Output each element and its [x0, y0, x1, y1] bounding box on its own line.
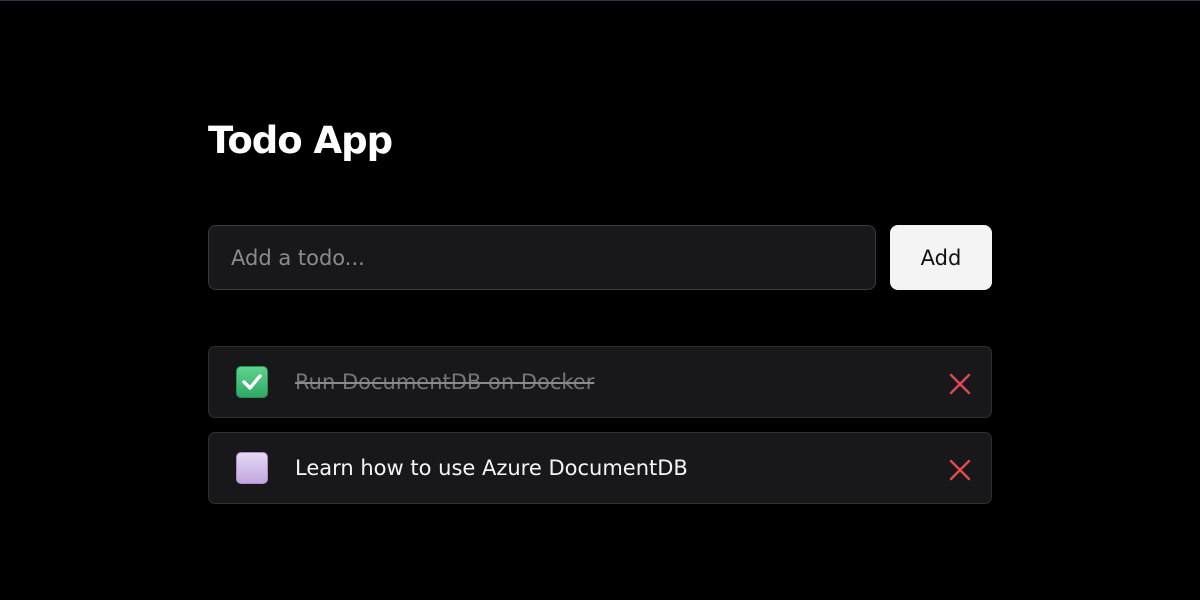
delete-todo-button[interactable] — [947, 371, 973, 397]
todo-item: Run DocumentDB on Docker — [208, 346, 992, 418]
add-button[interactable]: Add — [890, 225, 992, 290]
todo-text: Run DocumentDB on Docker — [295, 370, 595, 394]
todo-checkbox-checked[interactable] — [236, 366, 268, 398]
close-icon — [949, 373, 971, 395]
add-todo-form: Add — [208, 225, 992, 290]
todo-list: Run DocumentDB on Docker Learn how to us… — [208, 346, 992, 518]
todo-checkbox-unchecked[interactable] — [236, 452, 268, 484]
check-icon — [242, 374, 262, 390]
window-top-border — [0, 0, 1200, 1]
delete-todo-button[interactable] — [947, 457, 973, 483]
close-icon — [949, 459, 971, 481]
page-title: Todo App — [208, 119, 393, 162]
todo-text: Learn how to use Azure DocumentDB — [295, 456, 688, 480]
todo-item: Learn how to use Azure DocumentDB — [208, 432, 992, 504]
todo-input[interactable] — [208, 225, 876, 290]
